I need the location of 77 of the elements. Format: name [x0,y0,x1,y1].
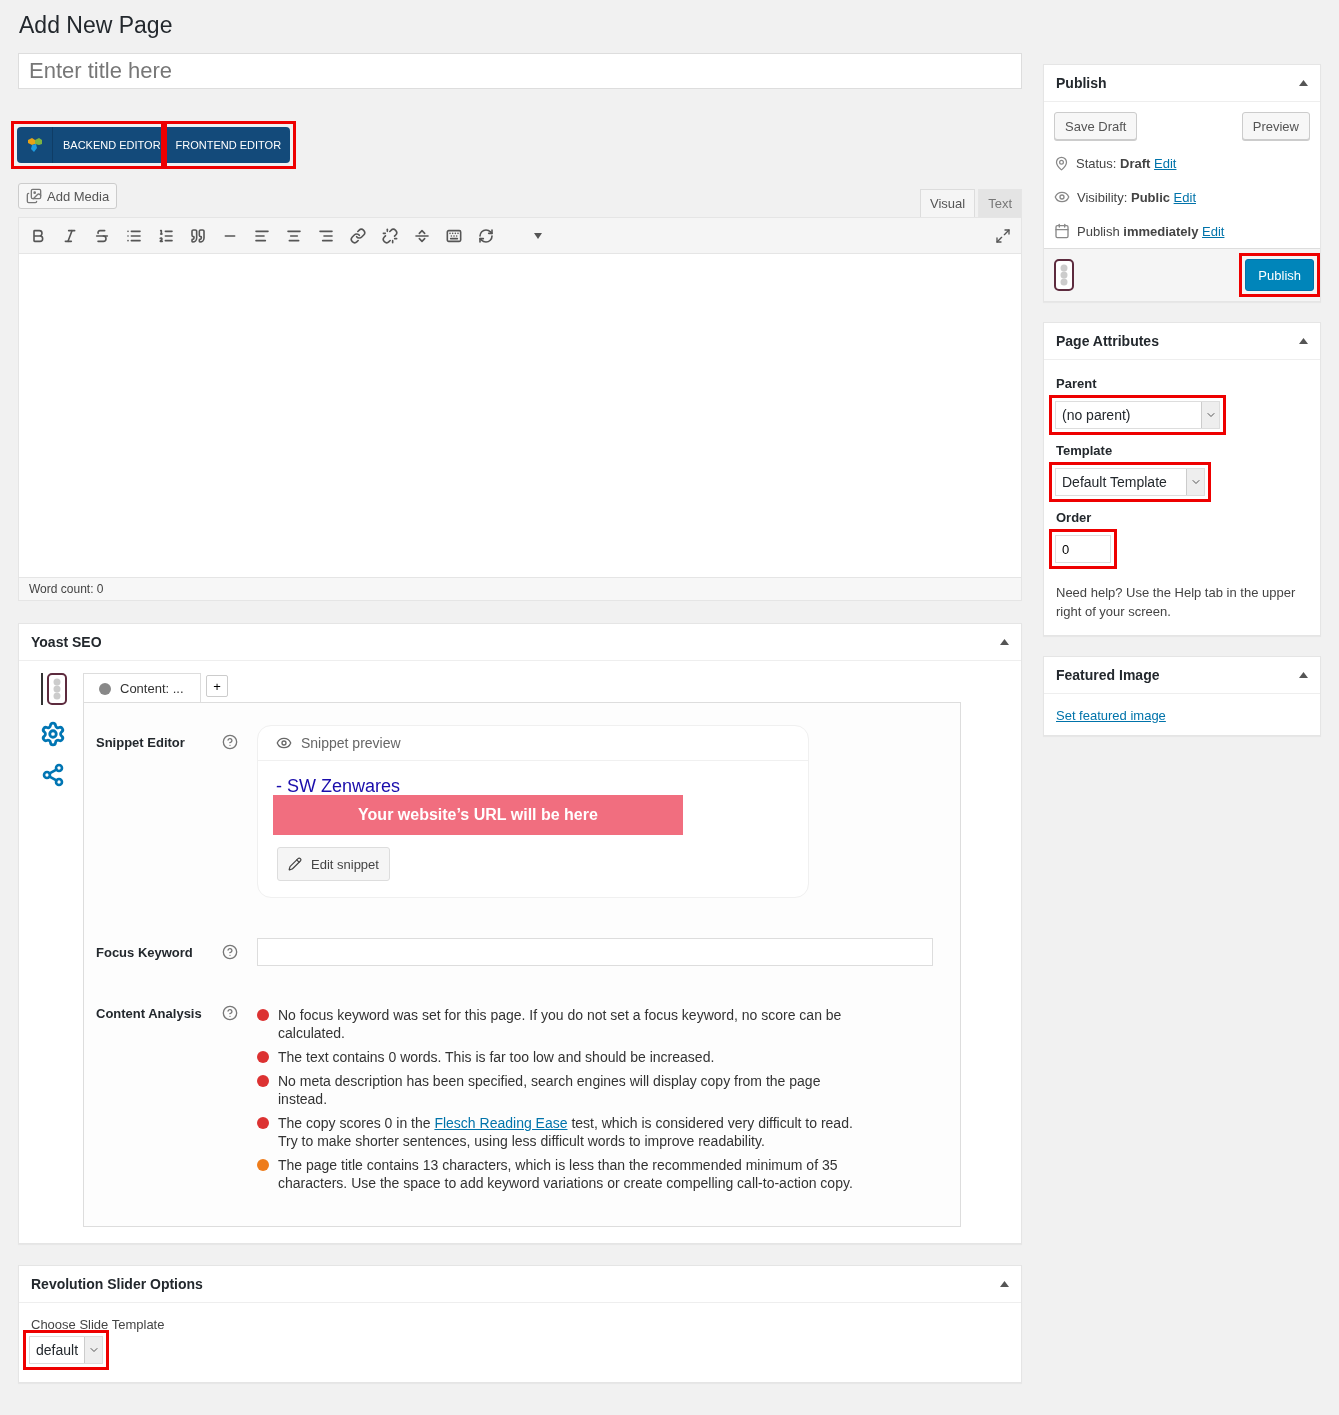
analysis-text: No meta description has been specified, search engines will display copy from the page instead. [278,1072,822,1108]
panel-title: Page Attributes [1056,333,1159,349]
collapse-icon[interactable] [1299,672,1308,678]
share-icon[interactable] [40,763,65,787]
status-dot [99,682,111,695]
order-field[interactable]: 0 [1055,535,1111,563]
field-label: Focus Keyword [96,944,194,960]
editor-switch-button[interactable]: FRONTEND EDITOR [166,127,291,163]
analysis-text: The text contains 0 words. This is far too low and should be increased. [278,1048,715,1066]
pencil-icon [288,857,302,871]
editor-tab[interactable]: Text [978,189,1022,217]
collapse-icon[interactable] [1299,338,1308,344]
panel-title: Yoast SEO [31,634,102,650]
snippet-preview-heading: Snippet preview [301,735,401,751]
unlink-icon[interactable] [381,227,398,244]
eye-icon [1054,189,1070,205]
field-label: Order [1056,510,1093,525]
field-label: Content Analysis [96,1005,203,1021]
calendar-icon [1054,223,1070,239]
cubes-logo-icon [26,137,43,153]
help-text: Need help? Use the Help tab in the upper right of your screen. [1056,584,1297,621]
quote-icon[interactable] [189,227,206,244]
content-tab[interactable]: Content: ... [83,673,201,703]
field-label: Choose Slide Template [31,1317,166,1332]
edit-link[interactable]: Edit [1154,155,1177,171]
dropdown-icon[interactable] [533,232,542,239]
help-icon[interactable] [222,944,238,960]
select-field[interactable]: Default Template [1055,468,1205,496]
refresh-icon[interactable] [477,227,494,244]
analysis-text: The copy scores 0 in the Flesch Reading Ease test, which is considered very difficult to read. Try to make shorter sentences, using less difficult words to improve readability. [278,1114,854,1150]
edit-link[interactable]: Edit [1173,189,1196,205]
meta-text: Status: Draft Edit [1076,155,1177,171]
collapse-icon[interactable] [1299,80,1308,86]
keyboard-icon[interactable] [445,227,462,244]
read-more-icon[interactable] [413,227,430,244]
fullscreen-icon[interactable] [994,227,1011,244]
panel-title: Featured Image [1056,667,1160,683]
panel-title: Revolution Slider Options [31,1276,203,1292]
link-icon[interactable] [349,227,366,244]
traffic-light-icon [1054,259,1074,291]
collapse-icon[interactable] [1000,639,1009,645]
media-icon [26,188,42,204]
analysis-link[interactable]: Flesch Reading Ease [434,1115,568,1131]
snippet-title: - SW Zenwares [276,777,402,795]
editor-tab[interactable]: Visual [919,189,976,217]
panel-title: Publish [1056,75,1107,91]
preview-button[interactable]: Preview [1241,112,1310,140]
editor-switch-button[interactable]: BACKEND EDITOR [17,127,161,163]
help-icon[interactable] [222,1005,238,1021]
focus-keyword-field[interactable] [257,938,933,966]
add-media-button[interactable]: Add Media [18,183,118,209]
field-label: Template [1056,443,1114,458]
collapse-icon[interactable] [1000,1281,1009,1287]
set-featured-image-link[interactable]: Set featured image [1056,708,1308,723]
edit-link[interactable]: Edit [1202,223,1225,239]
add-tab-button[interactable]: + [206,675,228,697]
eye-icon [276,735,292,751]
select-field[interactable]: default [29,1336,104,1364]
numbered-list-icon[interactable] [157,227,174,244]
strikethrough-icon[interactable] [93,227,110,244]
pin-icon [1054,155,1069,171]
help-icon[interactable] [222,734,238,750]
analysis-text: The page title contains 13 characters, which is less than the recommended minimum of 35 characters. Use the space to add keyword variations or create compelling call-to-action copy. [278,1156,854,1192]
settings-icon[interactable] [39,721,66,747]
title-field[interactable]: Enter title here [18,53,1022,89]
field-label: Parent [1056,376,1098,391]
analysis-text: No focus keyword was set for this page. If you do not set a focus keyword, no score can be calculated. [278,1006,843,1042]
page-title: Add New Page [19,12,174,39]
field-label: Snippet Editor [96,734,186,750]
meta-text: Publish immediately Edit [1077,223,1225,239]
word-count: Word count: 0 [29,582,104,596]
save-draft-button[interactable]: Save Draft [1054,112,1138,140]
select-field[interactable]: (no parent) [1055,401,1220,429]
traffic-light-icon [38,673,67,705]
publish-button[interactable]: Publish [1245,259,1314,291]
meta-text: Visibility: Public Edit [1077,189,1196,205]
edit-snippet-button[interactable]: Edit snippet [277,847,390,881]
